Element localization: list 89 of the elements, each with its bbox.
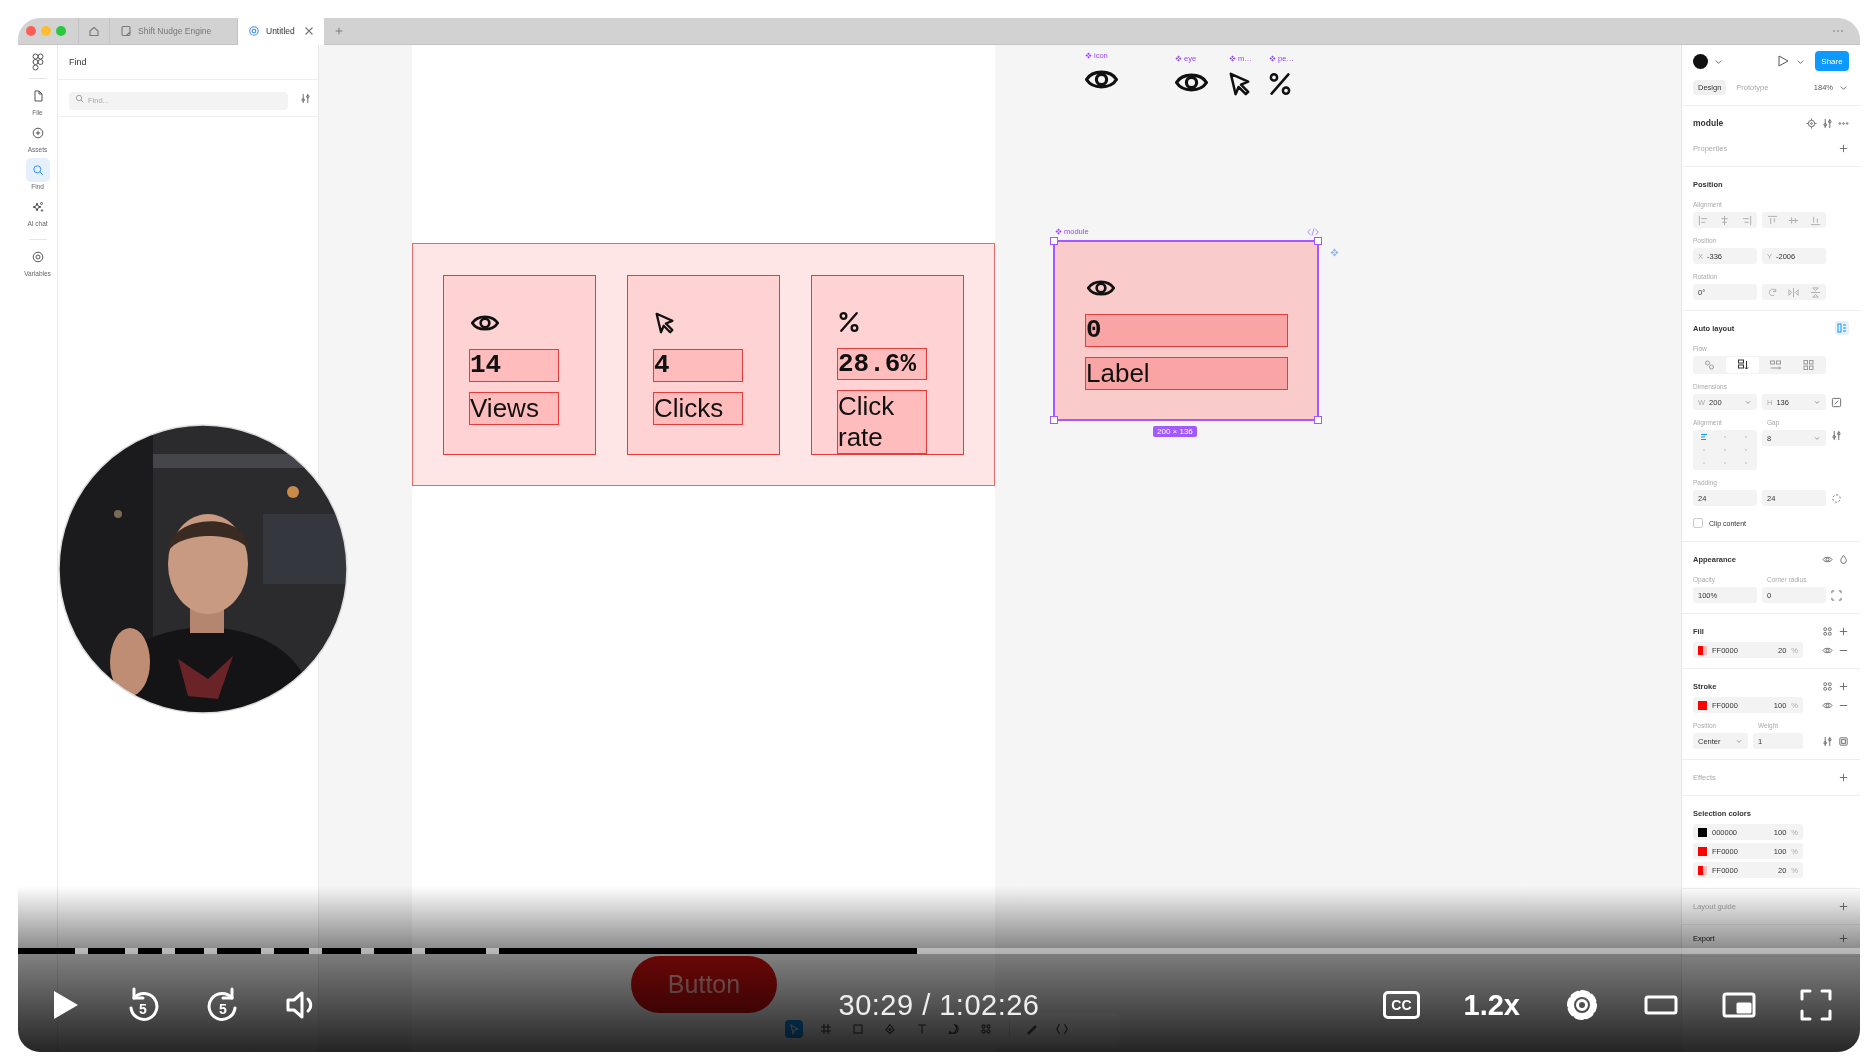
target-icon[interactable] xyxy=(1806,117,1817,129)
component-icon[interactable] xyxy=(1330,248,1339,257)
label-text: Label xyxy=(1085,357,1288,390)
file-icon xyxy=(248,25,260,37)
present-icon[interactable] xyxy=(1776,54,1790,68)
add-icon[interactable] xyxy=(1838,771,1849,783)
align-top-left-icon xyxy=(1699,432,1708,441)
vertical-flow-icon[interactable] xyxy=(1726,357,1759,373)
dev-mode-icon[interactable] xyxy=(1054,1021,1070,1037)
value-text: 0 xyxy=(1085,314,1288,347)
caret-icon xyxy=(1744,398,1752,406)
align-middle-icon[interactable] xyxy=(1788,214,1800,226)
theater-icon[interactable] xyxy=(1644,993,1678,1017)
add-tab-icon[interactable] xyxy=(334,26,344,36)
filter-icon[interactable] xyxy=(300,92,311,104)
avatar[interactable] xyxy=(1693,53,1708,69)
eye-icon xyxy=(471,314,499,332)
fullscreen-icon[interactable] xyxy=(1800,989,1832,1021)
selected-component[interactable]: 0 Label xyxy=(1053,240,1319,421)
auto-layout-icon[interactable] xyxy=(1835,321,1849,335)
speed-button[interactable]: 1.2x xyxy=(1463,988,1520,1022)
stroke-box-icon[interactable] xyxy=(1838,735,1849,747)
search-icon xyxy=(75,93,84,103)
stat-label: Click rate xyxy=(837,390,927,454)
padding-icon[interactable] xyxy=(1831,492,1842,504)
component-icon xyxy=(1175,55,1182,62)
drop-icon[interactable] xyxy=(1838,553,1849,565)
align-left-icon[interactable] xyxy=(1698,214,1710,226)
caret-icon xyxy=(1735,737,1743,745)
stat-label: Clicks xyxy=(653,392,743,425)
rewind-button[interactable]: 5 xyxy=(125,986,161,1024)
component-icon xyxy=(1269,55,1276,62)
add-icon[interactable] xyxy=(1838,142,1849,154)
add-icon[interactable] xyxy=(1838,900,1849,912)
resize-handle[interactable] xyxy=(1314,416,1322,424)
cursor-icon xyxy=(1229,72,1250,96)
caret-icon xyxy=(1813,398,1821,406)
stat-value: 4 xyxy=(653,349,743,382)
eye-icon xyxy=(1175,72,1208,93)
percent-icon xyxy=(1269,72,1291,96)
eye-icon xyxy=(1085,69,1118,90)
percent-icon xyxy=(839,311,859,334)
component-icon xyxy=(1055,228,1062,235)
code-icon[interactable] xyxy=(1307,228,1319,236)
layer-name: module xyxy=(1693,118,1724,128)
close-icon[interactable] xyxy=(304,26,314,36)
size-badge: 200 × 136 xyxy=(1153,426,1197,437)
settings-icon[interactable] xyxy=(1564,987,1600,1023)
align-bottom-icon[interactable] xyxy=(1809,214,1821,226)
stat-label: Views xyxy=(469,392,559,425)
resize-icon[interactable] xyxy=(1831,396,1842,408)
sliders-icon[interactable] xyxy=(1822,117,1833,129)
add-icon[interactable] xyxy=(1838,932,1849,944)
panel-title: Find xyxy=(69,57,87,67)
align-center-icon[interactable] xyxy=(1719,214,1731,226)
align-right-icon[interactable] xyxy=(1740,214,1752,226)
sliders-icon[interactable] xyxy=(1831,430,1842,441)
opacity-preview xyxy=(1702,645,1707,655)
component-icon xyxy=(1229,55,1236,62)
resize-handle[interactable] xyxy=(1050,237,1058,245)
cursor-icon xyxy=(655,312,674,334)
stat-value: 14 xyxy=(469,349,559,382)
styles-icon[interactable] xyxy=(1822,680,1833,692)
add-icon[interactable] xyxy=(1838,680,1849,692)
captions-button[interactable]: CC xyxy=(1383,991,1420,1019)
opacity-preview xyxy=(1702,700,1707,710)
progress-bar[interactable] xyxy=(18,948,1860,954)
stat-value: 28.6% xyxy=(837,348,927,380)
eye-icon xyxy=(1087,279,1115,297)
component-icon xyxy=(1085,52,1092,59)
rotate-icon[interactable] xyxy=(1767,286,1779,298)
time-display: 30:29 / 1:02:26 xyxy=(838,988,1040,1022)
resize-handle[interactable] xyxy=(1314,237,1322,245)
home-icon[interactable] xyxy=(88,25,100,37)
forward-button[interactable]: 5 xyxy=(205,986,241,1024)
document-icon xyxy=(120,25,132,37)
browser-tab[interactable]: Untitled xyxy=(238,18,324,45)
caret-icon xyxy=(1813,434,1821,442)
flip-horizontal-icon[interactable] xyxy=(1788,286,1800,298)
close-button[interactable] xyxy=(26,26,36,36)
corners-icon[interactable] xyxy=(1831,589,1842,601)
app-logo[interactable] xyxy=(30,53,45,71)
styles-icon[interactable] xyxy=(1822,625,1833,637)
miniplayer-icon[interactable] xyxy=(1722,991,1756,1019)
align-top-icon[interactable] xyxy=(1767,214,1779,226)
resize-handle[interactable] xyxy=(1050,416,1058,424)
sliders-icon[interactable] xyxy=(1822,735,1833,747)
flip-vertical-icon[interactable] xyxy=(1809,286,1821,298)
add-icon[interactable] xyxy=(1838,625,1849,637)
